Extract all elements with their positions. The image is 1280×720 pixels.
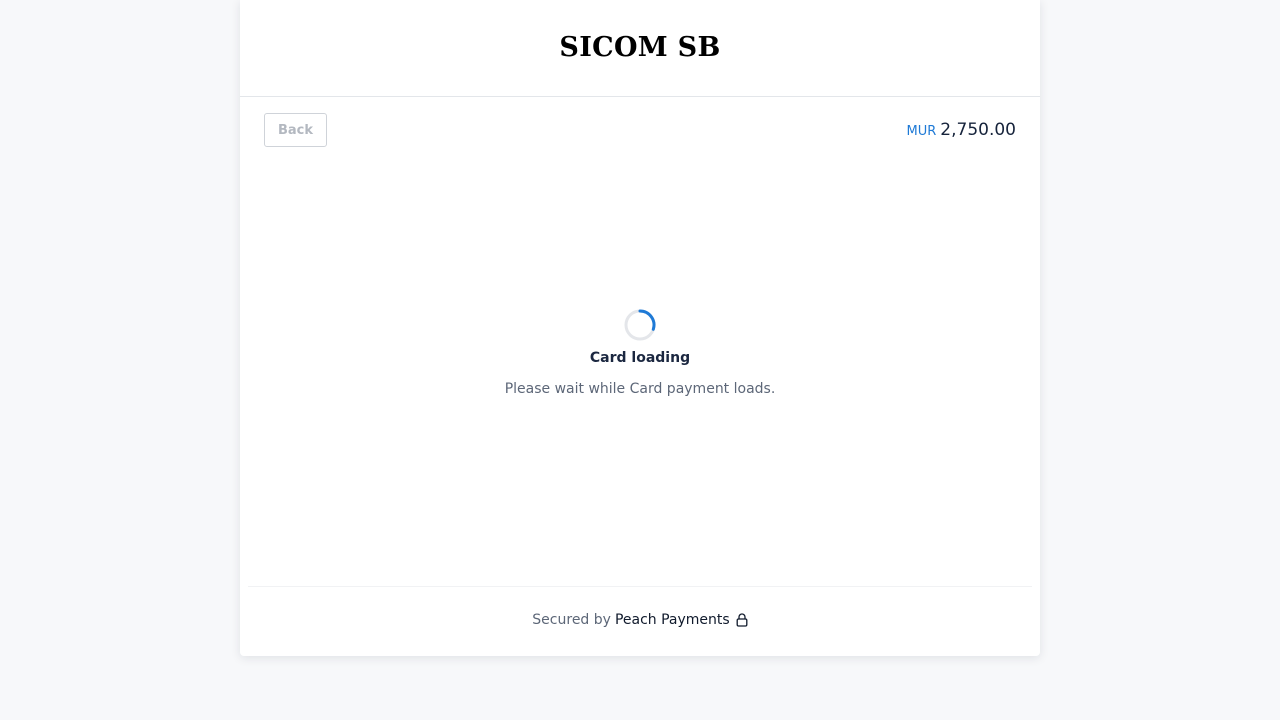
lock-icon	[736, 613, 748, 627]
loading-state: Card loading Please wait while Card paym…	[240, 308, 1040, 397]
checkout-header: SICOM SB	[240, 0, 1040, 97]
amount-currency: MUR	[906, 124, 937, 139]
amount-display: MUR 2,750.00	[907, 120, 1016, 140]
provider-name: Peach Payments	[614, 612, 730, 628]
footer-divider	[248, 586, 1032, 587]
checkout-card: SICOM SB Back MUR 2,750.00 Card loading …	[240, 0, 1040, 656]
secured-by-text: Secured by	[532, 612, 611, 628]
loading-spinner-icon	[624, 309, 656, 341]
merchant-name: SICOM SB	[559, 31, 721, 63]
loading-message: Please wait while Card payment loads.	[504, 381, 776, 397]
amount-value: 2,750.00	[940, 120, 1016, 140]
back-button[interactable]: Back	[264, 113, 327, 147]
loading-title: Card loading	[589, 350, 691, 366]
secure-footer: Secured by Peach Payments	[240, 612, 1040, 628]
checkout-topbar: Back MUR 2,750.00	[264, 113, 1016, 147]
